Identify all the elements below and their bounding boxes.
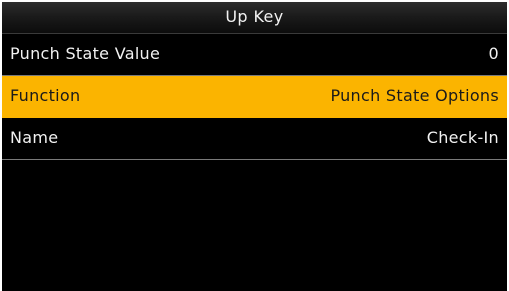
empty-list-area <box>2 160 507 291</box>
setting-row-name[interactable]: Name Check-In <box>2 118 507 160</box>
screen-frame: Up Key Punch State Value 0 Function Punc… <box>2 2 507 291</box>
setting-row-punch-state-value[interactable]: Punch State Value 0 <box>2 34 507 76</box>
setting-value: Punch State Options <box>330 86 499 105</box>
setting-label: Name <box>10 128 59 147</box>
setting-label: Punch State Value <box>10 44 161 63</box>
settings-list: Punch State Value 0 Function Punch State… <box>2 34 507 160</box>
setting-row-function[interactable]: Function Punch State Options <box>2 76 507 118</box>
title-bar: Up Key <box>2 2 507 34</box>
setting-label: Function <box>10 86 81 105</box>
setting-value: Check-In <box>426 128 499 147</box>
page-title: Up Key <box>225 7 284 26</box>
device-screen: Up Key Punch State Value 0 Function Punc… <box>0 0 509 291</box>
setting-value: 0 <box>488 44 499 63</box>
